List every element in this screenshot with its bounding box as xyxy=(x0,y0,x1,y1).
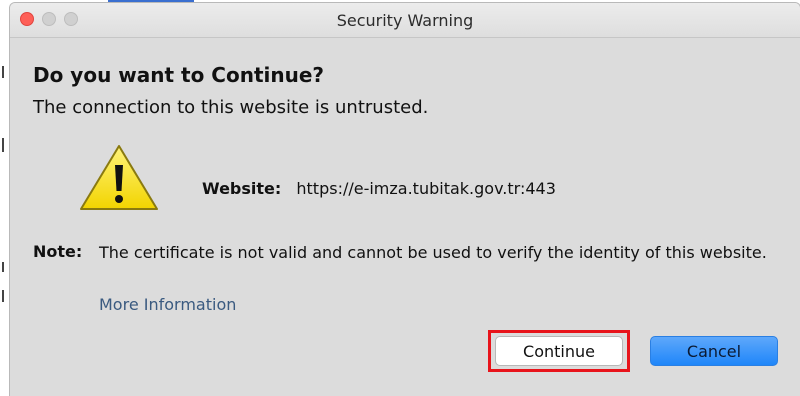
security-warning-dialog: Security Warning Do you want to Continue… xyxy=(10,3,800,396)
website-url: https://e-imza.tubitak.gov.tr:443 xyxy=(296,179,556,198)
warning-icon xyxy=(80,145,158,210)
background-fragment xyxy=(2,138,4,152)
dialog-subheading: The connection to this website is untrus… xyxy=(33,97,429,118)
screen: Security Warning Do you want to Continue… xyxy=(0,0,800,396)
background-fragment xyxy=(2,66,4,78)
dialog-heading: Do you want to Continue? xyxy=(33,63,324,87)
note-text: The certificate is not valid and cannot … xyxy=(99,243,767,262)
website-label: Website: xyxy=(202,179,282,198)
background-fragment xyxy=(2,290,4,302)
website-row: Website: https://e-imza.tubitak.gov.tr:4… xyxy=(202,179,556,198)
window-title: Security Warning xyxy=(336,11,474,30)
title-bar: Security Warning xyxy=(10,3,800,38)
more-information-link[interactable]: More Information xyxy=(99,295,236,314)
continue-button[interactable]: Continue xyxy=(495,336,623,366)
note-label: Note: xyxy=(33,242,83,261)
cancel-button[interactable]: Cancel xyxy=(650,336,778,366)
background-window-edge xyxy=(108,0,194,2)
background-fragment xyxy=(2,262,4,272)
